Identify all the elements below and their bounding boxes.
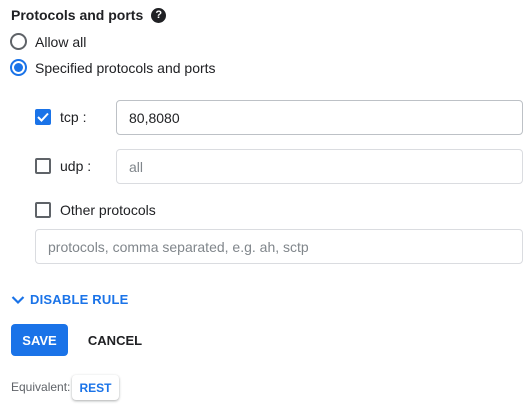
other-protocols-label: Other protocols: [60, 202, 156, 218]
rest-button[interactable]: REST: [72, 375, 119, 400]
tcp-ports-input[interactable]: 80,8080: [116, 100, 523, 135]
other-protocols-input[interactable]: protocols, comma separated, e.g. ah, sct…: [35, 229, 523, 264]
tcp-ports-value: 80,8080: [129, 109, 180, 126]
other-protocols-checkbox-row[interactable]: Other protocols: [35, 202, 156, 218]
tcp-checkbox-row[interactable]: tcp :: [35, 109, 86, 125]
checkmark-icon: [37, 112, 49, 122]
help-icon[interactable]: ?: [151, 7, 167, 23]
radio-button-selected-icon[interactable]: [10, 59, 27, 76]
chevron-down-icon: [11, 295, 25, 304]
disable-rule-label: DISABLE RULE: [30, 292, 129, 307]
equivalent-label: Equivalent:: [11, 380, 71, 394]
udp-checkbox-row[interactable]: udp :: [35, 158, 91, 174]
udp-checkbox[interactable]: [35, 158, 51, 174]
udp-ports-placeholder: all: [129, 158, 144, 175]
save-button[interactable]: SAVE: [11, 324, 68, 356]
radio-allow-all[interactable]: Allow all: [10, 33, 86, 50]
tcp-label: tcp :: [60, 109, 87, 125]
disable-rule-toggle[interactable]: DISABLE RULE: [11, 292, 128, 307]
other-protocols-placeholder: protocols, comma separated, e.g. ah, sct…: [48, 238, 309, 255]
udp-label: udp :: [60, 158, 92, 174]
tcp-checkbox[interactable]: [35, 109, 51, 125]
radio-label: Specified protocols and ports: [35, 59, 216, 76]
section-title: Protocols and ports: [11, 7, 144, 23]
section-header: Protocols and ports ?: [11, 7, 167, 23]
other-protocols-checkbox[interactable]: [35, 202, 51, 218]
radio-specified-protocols[interactable]: Specified protocols and ports: [10, 59, 216, 76]
radio-button-icon[interactable]: [10, 33, 27, 50]
udp-ports-input[interactable]: all: [116, 149, 523, 184]
radio-label: Allow all: [35, 33, 87, 50]
cancel-button[interactable]: CANCEL: [84, 324, 146, 356]
